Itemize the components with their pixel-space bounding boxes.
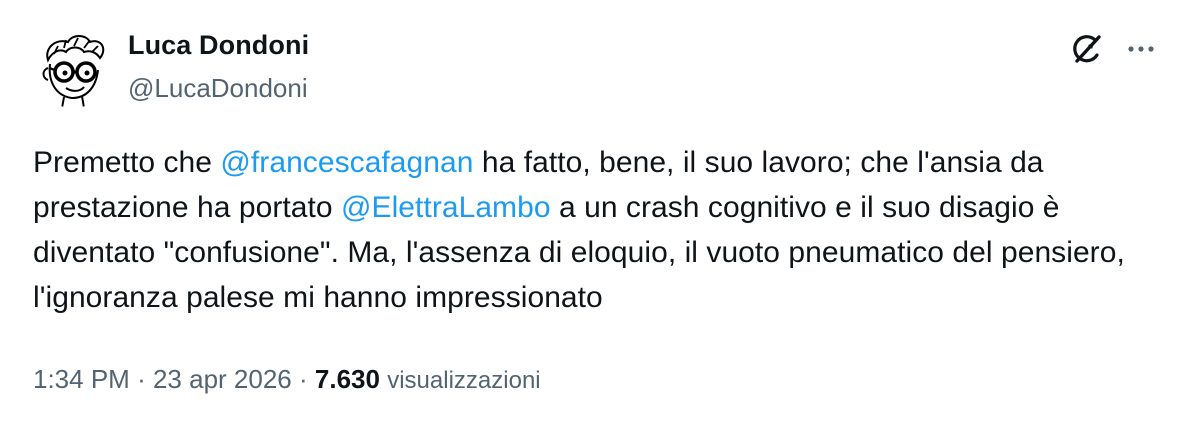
tweet-date[interactable]: 23 apr 2026 xyxy=(153,364,292,394)
author-display-name[interactable]: Luca Dondoni xyxy=(128,30,309,61)
tweet-time[interactable]: 1:34 PM xyxy=(33,364,130,394)
more-options-icon[interactable] xyxy=(1124,36,1158,62)
tweet-card: Luca Dondoni @LucaDondoni Premetto che @… xyxy=(0,0,1188,430)
views-count[interactable]: 7.630 xyxy=(315,364,380,394)
avatar-cartoon-face xyxy=(42,35,105,108)
avatar[interactable] xyxy=(34,30,112,108)
mention-link-elettralambo[interactable]: @ElettraLambo xyxy=(341,191,551,224)
mention-link-francescafagnan[interactable]: @francescafagnan xyxy=(220,146,473,179)
meta-separator: · xyxy=(299,364,308,394)
meta-separator: · xyxy=(137,364,146,394)
tweet-metadata: 1:34 PM · 23 apr 2026 · 7.630 visualizza… xyxy=(33,364,541,395)
author-handle[interactable]: @LucaDondoni xyxy=(128,73,308,104)
tweet-text: Premetto che @francescafagnan ha fatto, … xyxy=(33,140,1163,320)
grok-icon[interactable] xyxy=(1068,30,1106,68)
views-label: visualizzazioni xyxy=(387,367,541,394)
tweet-text-segment: Premetto che xyxy=(33,146,221,179)
